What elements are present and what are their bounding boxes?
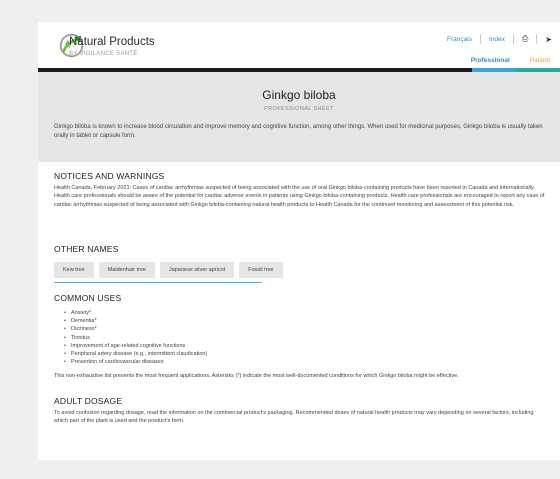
notices-section: NOTICES AND WARNINGS Health Canada, Febr… [54, 171, 548, 209]
page-subtitle: PROFESSIONAL SHEET [264, 106, 334, 112]
site-header: Natural Products BY VIGILANCE SANTÉ Fran… [38, 22, 560, 72]
index-link[interactable]: Index [481, 36, 513, 43]
print-icon[interactable]: ⎙ [514, 34, 536, 44]
name-chip[interactable]: Maidenhair tree [98, 262, 155, 278]
list-item: Prevention of cardiovascular diseases [64, 358, 548, 366]
adult-dosage-section: ADULT DOSAGE To avoid confusion regardin… [54, 396, 548, 426]
name-chip[interactable]: Fossil tree [239, 262, 283, 278]
list-item: Tinnitus [64, 334, 548, 342]
page: Natural Products BY VIGILANCE SANTÉ Fran… [38, 22, 560, 460]
other-names-heading: OTHER NAMES [54, 244, 119, 254]
notices-text: Health Canada, February 2021: Cases of c… [54, 185, 545, 208]
list-item: Improvement of age-related cognitive fun… [64, 342, 548, 350]
share-icon[interactable]: ➤ [537, 35, 560, 44]
other-names-chips: Kew tree Maidenhair tree Japanese silver… [54, 262, 548, 278]
common-uses-list: Anxiety* Dementia* Dizziness* Tinnitus I… [64, 309, 548, 366]
brand-name[interactable]: Natural Products [69, 36, 155, 48]
adult-dosage-text: To avoid confusion regarding dosage, rea… [54, 410, 534, 425]
list-item: Dementia* [64, 317, 548, 325]
top-links: Français Index ⎙ ➤ [439, 34, 560, 44]
hero-banner: Ginkgo biloba PROFESSIONAL SHEET Ginkgo … [38, 72, 560, 162]
list-item: Peripheral artery disease (e.g., intermi… [64, 350, 548, 358]
name-chip[interactable]: Japanese silver apricot [159, 262, 235, 278]
common-uses-section: COMMON USES Anxiety* Dementia* Dizziness… [54, 293, 548, 381]
brand-tagline: BY VIGILANCE SANTÉ [69, 51, 138, 57]
language-link[interactable]: Français [439, 36, 480, 43]
adult-dosage-heading: ADULT DOSAGE [54, 396, 123, 406]
other-names-section: OTHER NAMES Kew tree Maidenhair tree Jap… [54, 244, 548, 283]
list-item: Dizziness* [64, 325, 548, 333]
page-title: Ginkgo biloba [262, 88, 336, 102]
chips-underline [54, 282, 262, 283]
hero-description: Ginkgo biloba is known to increase blood… [54, 124, 543, 139]
name-chip[interactable]: Kew tree [54, 262, 94, 278]
common-uses-heading: COMMON USES [54, 293, 122, 303]
common-uses-note: This non-exhaustive list presents the mo… [54, 373, 459, 380]
notices-heading: NOTICES AND WARNINGS [54, 171, 165, 181]
list-item: Anxiety* [64, 309, 548, 317]
